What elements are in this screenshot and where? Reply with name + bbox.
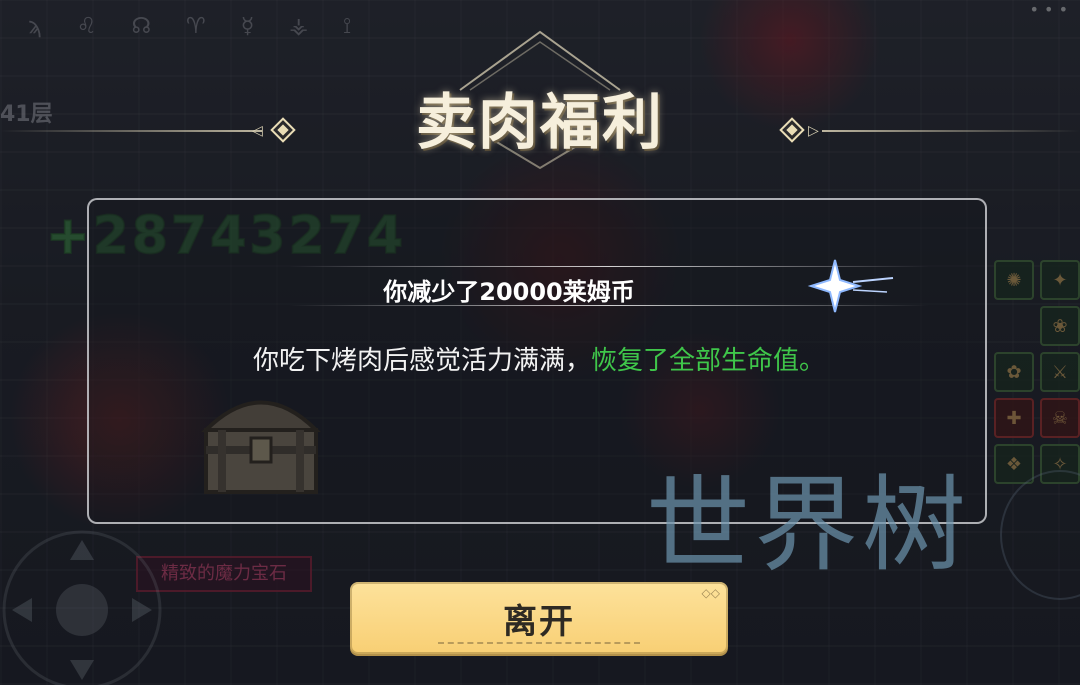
currency-loss-message: 你减少了20000莱姆币 (383, 278, 635, 306)
leave-button-label: 离开 (503, 602, 575, 642)
message-banner: 你减少了20000莱姆币 (289, 259, 929, 313)
leave-button[interactable]: 离开 ◇◇ (350, 582, 728, 654)
sparkle-icon (807, 259, 894, 313)
dialog-title: 卖肉福利 (416, 88, 664, 158)
dialog-title-banner: ◁ ▷ 卖肉福利 (0, 30, 1080, 170)
effect-description: 你吃下烤肉后感觉活力满满，恢复了全部生命值。 (89, 340, 989, 377)
watermark-text: 世界树 (646, 464, 971, 586)
button-corner-ornament: ◇◇ (701, 586, 720, 600)
button-underline-decoration (438, 642, 640, 644)
effect-text-normal: 你吃下烤肉后感觉活力满满， (252, 346, 591, 376)
effect-text-highlight: 恢复了全部生命值。 (591, 346, 826, 376)
